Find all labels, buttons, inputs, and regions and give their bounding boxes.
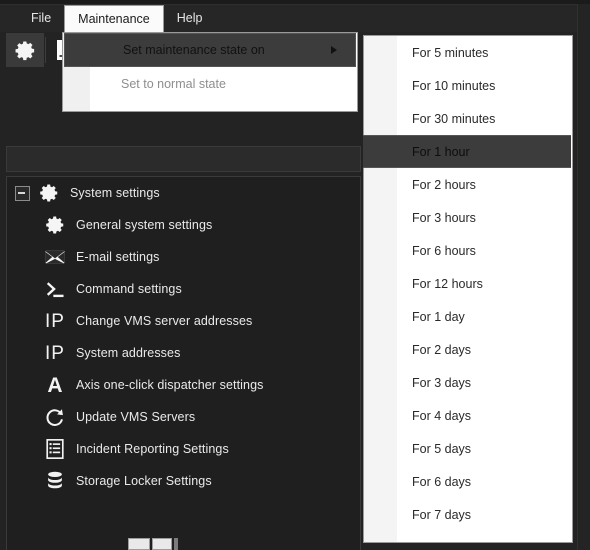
- minus-box-icon[interactable]: [15, 185, 30, 201]
- application-window: File Maintenance Help System settings Ge…: [0, 0, 590, 550]
- tree-item-label: Update VMS Servers: [76, 410, 196, 424]
- envelope-icon: [43, 245, 67, 269]
- caret-right-icon: [331, 46, 337, 54]
- tree-item[interactable]: E-mail settings: [7, 241, 360, 273]
- settings-tree-panel: System settings General system settings E-…: [6, 176, 361, 550]
- duration-item-label: For 4 days: [412, 408, 472, 423]
- duration-item-label: For 3 hours: [412, 210, 476, 225]
- list-document-icon: [43, 437, 67, 461]
- duration-item[interactable]: For 6 hours: [364, 234, 572, 267]
- duration-item-label: For 1 hour: [412, 144, 470, 159]
- ip-icon: IP: [45, 342, 65, 364]
- scrollbar-thumb-secondary[interactable]: [152, 537, 172, 550]
- duration-submenu: For 5 minutes For 10 minutes For 30 minute…: [363, 35, 573, 543]
- duration-item[interactable]: For 12 hours: [364, 267, 572, 300]
- gear-icon: [13, 38, 37, 62]
- menubar-item-label: File: [31, 11, 52, 26]
- duration-item[interactable]: For 1 hour: [363, 135, 571, 168]
- duration-item-label: For 6 hours: [412, 243, 476, 258]
- tree-item-label: System addresses: [76, 346, 181, 360]
- letter-a-icon: A: [47, 373, 63, 397]
- duration-item-label: For 2 hours: [412, 177, 476, 192]
- tree-item[interactable]: Incident Reporting Settings: [7, 433, 360, 465]
- duration-item[interactable]: For 10 minutes: [364, 69, 572, 102]
- duration-item-label: For 12 hours: [412, 276, 483, 291]
- duration-item[interactable]: For 1 day: [364, 300, 572, 333]
- menu-bar: File Maintenance Help: [0, 5, 590, 32]
- duration-item[interactable]: For 5 days: [364, 432, 572, 465]
- duration-item-label: For 5 minutes: [412, 45, 489, 60]
- filter-bar[interactable]: [6, 146, 361, 172]
- tree-item-label: Command settings: [76, 282, 182, 296]
- tree-item-label: Change VMS server addresses: [76, 314, 253, 328]
- menubar-item-maintenance[interactable]: Maintenance: [64, 5, 164, 32]
- duration-item[interactable]: For 30 minutes: [364, 102, 572, 135]
- menubar-item-help[interactable]: Help: [164, 5, 216, 32]
- tree-item[interactable]: Update VMS Servers: [7, 401, 360, 433]
- menu-item-set-to-normal-state: Set to normal state: [63, 67, 357, 100]
- duration-item-label: For 7 days: [412, 507, 472, 522]
- menubar-item-label: Help: [176, 11, 203, 26]
- gear-icon: [43, 213, 67, 237]
- tree-item-label: E-mail settings: [76, 250, 160, 264]
- duration-item[interactable]: For 5 minutes: [364, 36, 572, 69]
- tree-item[interactable]: System settings: [7, 177, 360, 209]
- ip-icon: IP: [45, 310, 65, 332]
- tree-item[interactable]: IP Change VMS server addresses: [7, 305, 360, 337]
- menubar-item-label: Maintenance: [78, 11, 150, 26]
- toolbar-separator: [45, 37, 46, 63]
- duration-item-label: For 1 day: [412, 309, 465, 324]
- duration-item[interactable]: For 2 days: [364, 333, 572, 366]
- gear-icon: [37, 181, 61, 205]
- menubar-item-file[interactable]: File: [18, 5, 64, 32]
- duration-item-label: For 5 days: [412, 441, 472, 456]
- settings-gear-button[interactable]: [6, 33, 44, 67]
- scrollbar-track[interactable]: [174, 537, 178, 550]
- tree-item-label: Incident Reporting Settings: [76, 442, 229, 456]
- right-panel-edge: [577, 4, 590, 550]
- tree-item-label: Axis one-click dispatcher settings: [76, 378, 264, 392]
- duration-item[interactable]: For 2 hours: [364, 168, 572, 201]
- duration-item[interactable]: For 3 hours: [364, 201, 572, 234]
- tree-item[interactable]: Storage Locker Settings: [7, 465, 360, 497]
- duration-item-label: For 6 days: [412, 474, 472, 489]
- duration-item[interactable]: For 3 days: [364, 366, 572, 399]
- tree-item[interactable]: Command settings: [7, 273, 360, 305]
- command-prompt-icon: [43, 277, 67, 301]
- tree-item-label: System settings: [70, 186, 160, 200]
- refresh-c-icon: [43, 405, 67, 429]
- scrollbar-thumb[interactable]: [128, 537, 150, 550]
- duration-item[interactable]: For 4 days: [364, 399, 572, 432]
- tree-item-label: Storage Locker Settings: [76, 474, 212, 488]
- tree-item[interactable]: IP System addresses: [7, 337, 360, 369]
- duration-item[interactable]: For 7 days: [364, 498, 572, 531]
- duration-item-label: For 30 minutes: [412, 111, 496, 126]
- duration-item[interactable]: For 6 days: [364, 465, 572, 498]
- horizontal-scrollbar[interactable]: [128, 537, 230, 550]
- maintenance-dropdown-menu: Set maintenance state on Set to normal st…: [62, 32, 358, 112]
- tree-item[interactable]: A Axis one-click dispatcher settings: [7, 369, 360, 401]
- duration-item-label: For 10 minutes: [412, 78, 496, 93]
- duration-item-label: For 2 days: [412, 342, 472, 357]
- duration-item-label: For 3 days: [412, 375, 472, 390]
- menu-item-label: Set to normal state: [121, 76, 226, 91]
- menu-item-set-maintenance-state-on[interactable]: Set maintenance state on: [64, 33, 356, 67]
- tree-item[interactable]: General system settings: [7, 209, 360, 241]
- database-icon: [43, 469, 67, 493]
- menu-item-label: Set maintenance state on: [123, 43, 265, 57]
- tree-item-label: General system settings: [76, 218, 213, 232]
